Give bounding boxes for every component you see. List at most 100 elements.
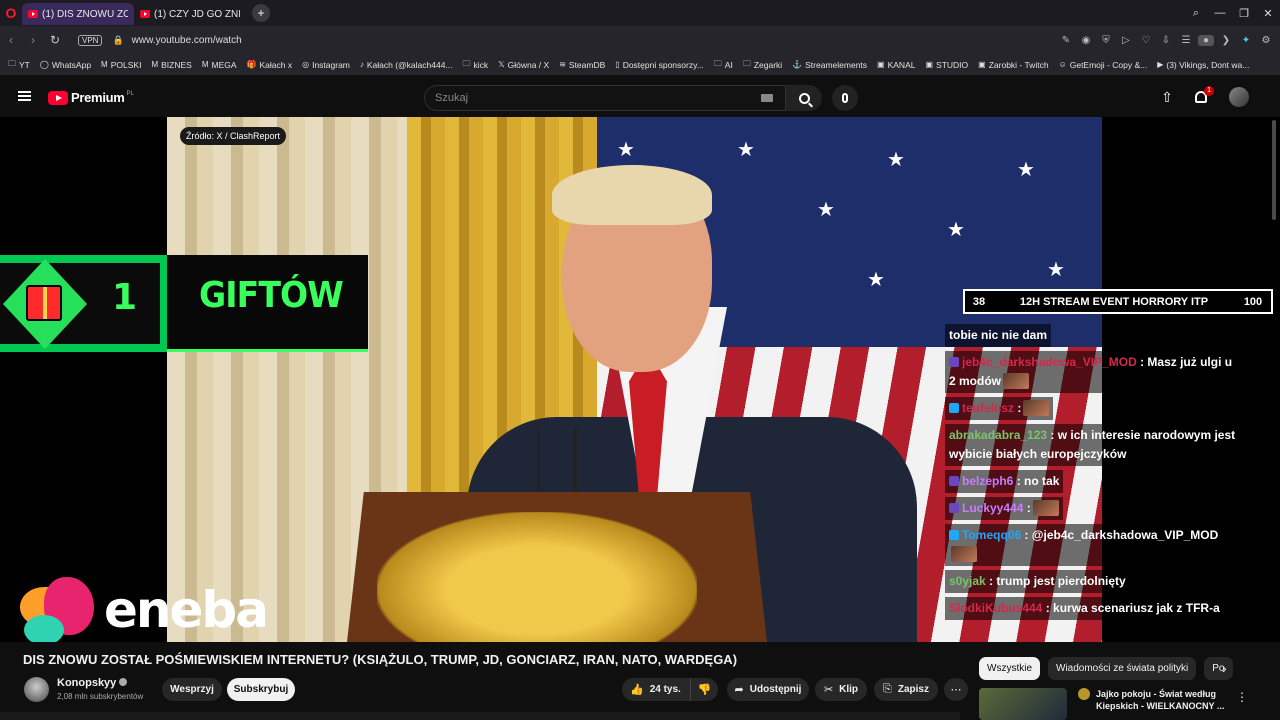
bookmark-item[interactable]: 🗀 Zegarki [743, 58, 782, 72]
chat-text: : @jeb4c_darkshadowa_VIP_MOD [1024, 528, 1219, 542]
keyboard-icon[interactable] [761, 94, 773, 102]
bookmark-item[interactable]: ▣ Zarobki - Twitch [978, 60, 1048, 70]
bookmark-label: WhatsApp [51, 59, 92, 70]
save-button[interactable]: ⎘ Zapisz [874, 678, 938, 701]
settings-icon[interactable]: ⚙ [1258, 35, 1274, 46]
recommendation-more-icon[interactable]: ⋮ [1236, 690, 1248, 704]
support-button[interactable]: Wesprzyj [162, 678, 222, 701]
bookmark-item[interactable]: 🗀 YT [8, 58, 30, 72]
bookmark-item[interactable]: ▯ Dostępni sponsorzy... [615, 60, 704, 70]
menu-icon[interactable] [18, 91, 31, 101]
voice-search-button[interactable] [832, 85, 858, 111]
recommendation-title[interactable]: Jajko pokoju - Świat według Kiepskich - … [1096, 688, 1226, 712]
opera-menu-icon[interactable]: O [0, 0, 22, 26]
shield-icon[interactable]: ⛨ [1098, 35, 1114, 46]
bookmark-item[interactable]: M BIZNES [151, 60, 191, 70]
bookmark-label: BIZNES [161, 59, 192, 70]
chat-badge-icon [949, 403, 959, 413]
chip-all[interactable]: Wszystkie [979, 657, 1040, 680]
minimize-icon[interactable]: — [1208, 7, 1232, 19]
bookmark-item[interactable]: 𝕏 Główna / X [498, 60, 549, 70]
close-icon[interactable]: ✕ [1256, 7, 1280, 20]
back-icon[interactable]: ‹ [0, 33, 22, 47]
bookmark-item[interactable]: ≋ SteamDB [559, 60, 605, 70]
url-field[interactable]: www.youtube.com/watch [132, 35, 242, 46]
channel-avatar[interactable] [24, 677, 49, 702]
chip-politics-news[interactable]: Wiadomości ze świata polityki [1048, 657, 1197, 680]
event-title: 12H STREAM EVENT HORRORY ITP [1019, 295, 1209, 308]
bookmark-item[interactable]: M POLSKI [101, 60, 141, 70]
forward-icon[interactable]: › [22, 33, 44, 47]
video-title: DIS ZNOWU ZOSTAŁ POŚMIEWISKIEM INTERNETU… [23, 652, 738, 667]
subscribe-button[interactable]: Subskrybuj [227, 678, 295, 701]
chevron-right-icon[interactable]: › [1222, 660, 1227, 676]
gift-counter-overlay: 1 GIFTÓW [0, 255, 368, 352]
reload-icon[interactable]: ↻ [44, 33, 66, 47]
profile-icon[interactable]: ● [1198, 34, 1214, 46]
page-scrollbar[interactable] [1272, 120, 1276, 220]
account-avatar[interactable] [1229, 87, 1249, 107]
gift-icon: 🎁 [246, 60, 257, 69]
chat-username: belzeph6 [962, 474, 1014, 488]
new-tab-button[interactable]: + [252, 4, 270, 22]
streamelements-icon: ⚓ [792, 60, 803, 69]
dislike-button[interactable]: 👎 [690, 678, 718, 701]
more-actions-button[interactable]: ⋯ [944, 678, 968, 701]
browser-tab-active[interactable]: (1) DIS ZNOWU ZOSTAŁ P [22, 3, 134, 25]
bookmark-item[interactable]: ▣ KANAL [877, 60, 915, 70]
chip-partial[interactable]: Po [1204, 657, 1233, 680]
tiktok-icon: ♪ [359, 60, 364, 69]
youtube-favicon-icon [28, 10, 38, 18]
bookmark-item[interactable]: ☺ GetEmoji - Copy &... [1059, 60, 1148, 70]
recommendation-thumbnail[interactable] [979, 688, 1067, 720]
chat-message: belzeph6 : no tak [945, 470, 1064, 493]
bookmark-item[interactable]: 🎁 Kałach x [247, 60, 293, 70]
folder-icon: 🗀 [8, 58, 16, 68]
bookmark-item[interactable]: ▣ STUDIO [925, 60, 968, 70]
bookmark-item[interactable]: ⚓ Streamelements [792, 60, 867, 70]
bookmark-item[interactable]: 🗀 kick [463, 58, 489, 72]
scissors-icon: ✂ [823, 684, 834, 696]
edit-icon[interactable]: ✎ [1058, 35, 1074, 46]
bookmark-item[interactable]: ◎ Instagram [302, 60, 350, 70]
thumbs-down-icon: 👎 [697, 684, 712, 696]
ai-icon[interactable]: ✦ [1238, 35, 1254, 46]
youtube-logo[interactable]: Premium PL [48, 90, 134, 105]
bookmark-item[interactable]: M MEGA [202, 60, 237, 70]
search-input[interactable] [425, 86, 725, 110]
channel-name[interactable]: Konopskyy [57, 677, 128, 689]
video-player[interactable]: ★ ★ ★ ★ ★ ★ ★ ★ ★ Źródło: X / ClashRepor… [0, 117, 1280, 642]
address-bar: ‹ › ↻ VPN 🔒 www.youtube.com/watch ✎ ◉ ⛨ … [0, 26, 1280, 54]
bookmark-label: Zegarki [753, 59, 783, 70]
search-tabs-icon[interactable]: ⌕ [1184, 7, 1208, 20]
vpn-badge[interactable]: VPN [78, 34, 103, 46]
extensions-icon[interactable]: ☰ [1178, 35, 1194, 46]
bookmark-item[interactable]: ▶ (3) Vikings, Dont wa... [1157, 60, 1249, 70]
camera-icon[interactable]: ◉ [1078, 35, 1094, 46]
create-icon[interactable]: ⇧ [1160, 90, 1174, 104]
download-icon[interactable]: ⇩ [1158, 35, 1174, 46]
sidebar-icon[interactable]: ❯ [1218, 35, 1234, 46]
gift-label: GIFTÓW [199, 275, 344, 316]
notifications-button[interactable]: 1 [1192, 86, 1214, 107]
bookmark-item[interactable]: 🗀 AI [714, 58, 733, 72]
share-button[interactable]: ➦ Udostępnij [727, 678, 809, 701]
chat-message: Luckyy444 : [945, 497, 1063, 520]
chat-text: : no tak [1016, 474, 1060, 488]
logo-text: Premium [71, 90, 125, 105]
thumbs-up-icon: 👍 [630, 684, 644, 696]
verified-icon [119, 678, 128, 686]
bookmark-item[interactable]: ♪ Kałach (@kalach444... [360, 60, 453, 70]
clip-button[interactable]: ✂ Klip [815, 678, 867, 701]
lock-icon[interactable]: 🔒 [112, 35, 123, 46]
browser-tab[interactable]: (1) CZY JD GO ZNISZCZY [134, 3, 246, 25]
search-button[interactable] [786, 85, 822, 111]
chat-overlay: tobie nic nie dam jeb4c_darkshadowa_VIP_M… [945, 324, 1245, 624]
bookmark-item[interactable]: ◯ WhatsApp [40, 60, 91, 70]
player-icon[interactable]: ▷ [1118, 35, 1134, 46]
like-button[interactable]: 👍 24 tys. [622, 678, 690, 701]
chat-message: tobie nic nie dam [945, 324, 1052, 347]
maximize-icon[interactable]: ❐ [1232, 7, 1256, 20]
chat-text: tobie nic nie dam [949, 328, 1048, 342]
heart-icon[interactable]: ♡ [1138, 35, 1154, 46]
